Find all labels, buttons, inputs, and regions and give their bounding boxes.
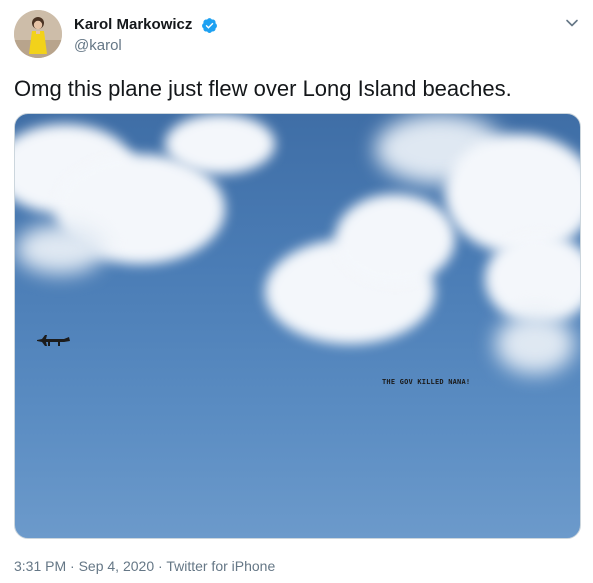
chevron-down-icon[interactable] (563, 14, 581, 32)
tweet-source[interactable]: Twitter for iPhone (166, 558, 275, 574)
tweet-footer: 3:31 PM · Sep 4, 2020 · Twitter for iPho… (14, 556, 275, 576)
cloud (445, 134, 580, 254)
cloud (485, 234, 580, 324)
verified-badge-icon (201, 17, 218, 34)
tweet-date[interactable]: Sep 4, 2020 (79, 558, 155, 574)
cloud (495, 314, 575, 374)
footer-separator: · (154, 558, 167, 574)
cloud (165, 114, 275, 174)
footer-separator: · (66, 558, 79, 574)
author-names: Karol Markowicz @karol (74, 15, 218, 56)
tweet-photo[interactable]: THE GOV KILLED NANA! (14, 113, 581, 539)
tweet-text: Omg this plane just flew over Long Islan… (14, 76, 512, 101)
avatar[interactable] (14, 10, 62, 58)
cloud (335, 194, 455, 284)
tweet-header: Karol Markowicz @karol (14, 10, 593, 62)
plane-icon (37, 335, 70, 346)
author-display-name[interactable]: Karol Markowicz (74, 15, 192, 35)
tweet-time[interactable]: 3:31 PM (14, 558, 66, 574)
author-handle[interactable]: @karol (74, 36, 218, 56)
aerial-banner-text: THE GOV KILLED NANA! (382, 378, 471, 386)
cloud (15, 224, 105, 274)
